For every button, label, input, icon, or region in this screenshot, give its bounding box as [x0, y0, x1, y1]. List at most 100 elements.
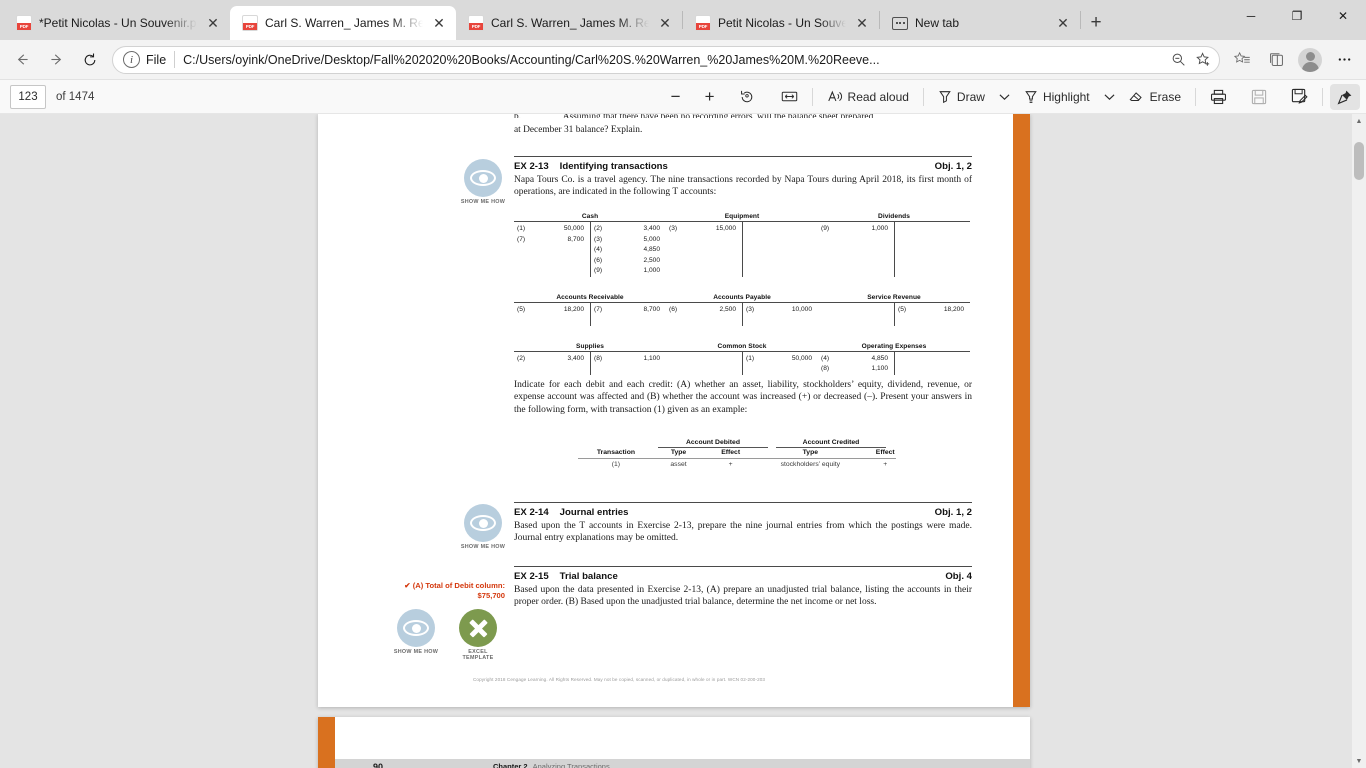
address-bar[interactable]: i File C:/Users/oyink/OneDrive/Desktop/F… [112, 45, 1220, 74]
instruction-paragraph: Indicate for each debit and each credit:… [514, 380, 972, 415]
t-amount: 4,850 [643, 246, 660, 253]
back-button[interactable] [6, 44, 38, 76]
t-account-credit-side: (1)50,000 (0)0 [742, 351, 818, 375]
pdf-toolbar: 123 of 1474 − + Read aloud Draw Highligh… [0, 80, 1366, 114]
tab-close-button[interactable]: ✕ [656, 14, 674, 32]
t-ref: (5) [898, 305, 907, 313]
window-maximize-button[interactable]: ❐ [1274, 0, 1320, 32]
page-info-icon[interactable]: i [123, 51, 140, 68]
zoom-out-button[interactable]: − [664, 84, 688, 110]
refresh-button[interactable] [74, 44, 106, 76]
zoom-in-button[interactable]: + [698, 84, 722, 110]
t-account-credit-side: (5)18,200 (0)0 [894, 302, 970, 326]
highlight-button[interactable]: Highlight [1017, 84, 1122, 110]
browser-tab-4[interactable]: New tab ✕ [880, 6, 1080, 40]
scroll-up-arrow[interactable]: ▲ [1352, 114, 1366, 128]
pdf-icon [16, 15, 32, 31]
scrollbar-thumb[interactable] [1354, 142, 1364, 180]
toolbar-divider [811, 87, 813, 106]
viewer-scrollbar[interactable]: ▲ ▼ [1352, 114, 1366, 768]
forward-button[interactable] [40, 44, 72, 76]
star-plus-icon[interactable] [1191, 47, 1217, 73]
save-as-button[interactable] [1284, 84, 1315, 110]
cell-transaction: (1) [611, 461, 621, 468]
scroll-down-arrow[interactable]: ▼ [1352, 754, 1366, 768]
t-amount: 50,000 [563, 225, 584, 232]
page-number-input[interactable]: 123 [10, 84, 46, 109]
browser-tab-1[interactable]: Carl S. Warren_ James M. Reeve ✕ [230, 6, 456, 40]
ellipsis-icon[interactable] [1328, 44, 1360, 76]
profile-avatar-button[interactable] [1294, 44, 1326, 76]
excel-template-label: EXCEL TEMPLATE [462, 649, 494, 661]
t-account-dividends: Dividends (9)1,000 (0)0 (0)0 (0)0 (0)0 [818, 213, 970, 277]
t-account-debit-side: (6)2,500 (0)0 [666, 303, 742, 326]
group-header-credited: Account Credited [802, 439, 860, 446]
exercise-number: EX 2-13 [514, 161, 549, 172]
tab-close-button[interactable]: ✕ [204, 14, 222, 32]
t-ref: (8) [821, 365, 830, 372]
t-ref: (6) [594, 256, 603, 264]
pdf-viewer[interactable]: b. ________ Assuming that there have bee… [0, 114, 1366, 768]
draw-button[interactable]: Draw [931, 84, 1017, 110]
chevron-down-icon[interactable] [999, 93, 1010, 101]
tab-close-button[interactable]: ✕ [430, 14, 448, 32]
exercise-header: EX 2-15 Trial balance Obj. 4 [514, 567, 972, 585]
tab-title: Carl S. Warren_ James M. Reeve [491, 16, 649, 30]
t-account-title: Common Stock [717, 342, 767, 350]
browser-tab-2[interactable]: Carl S. Warren_ James M. Reeve ✕ [456, 6, 682, 40]
search-minus-icon[interactable] [1165, 47, 1191, 73]
tab-close-button[interactable]: ✕ [853, 14, 871, 32]
t-account-credit-side: (2) 3,400 (3) 5,000 (4) 4,850 (6) 2,500 (9) 1… [590, 222, 666, 277]
t-account-title: Service Revenue [867, 293, 921, 301]
answer-form-table: Account Debited Account Credited Transac… [578, 439, 908, 468]
new-tab-button[interactable]: + [1081, 8, 1111, 38]
show-me-how-badge-ex215[interactable]: SHOW ME HOW [393, 609, 439, 655]
show-me-how-badge-ex213[interactable]: SHOW ME HOW [460, 159, 506, 205]
pdf-page-123: b. ________ Assuming that there have bee… [318, 114, 1030, 707]
pdf-icon [468, 15, 484, 31]
t-amount: 15,000 [715, 225, 736, 232]
url-text[interactable]: C:/Users/oyink/OneDrive/Desktop/Fall%202… [183, 53, 1165, 67]
show-me-how-badge-ex214[interactable]: SHOW ME HOW [460, 504, 506, 550]
split-screen-icon[interactable] [1260, 44, 1292, 76]
excel-template-badge[interactable]: EXCEL TEMPLATE [455, 609, 501, 661]
chevron-down-icon[interactable] [1104, 93, 1115, 101]
t-account-debit-side: (9)1,000 (0)0 (0)0 (0)0 (0)0 [818, 222, 894, 277]
cell-type-credited: stockholders’ equity [780, 461, 841, 468]
t-ref: (5) [517, 305, 526, 313]
exercise-objective: Obj. 1, 2 [934, 507, 972, 518]
save-button[interactable] [1244, 84, 1274, 110]
column-header-effect-credited: Effect [875, 449, 895, 456]
cell-effect-debited: + [728, 461, 733, 468]
pdf-icon [242, 15, 258, 31]
instruction-paragraph-wrap: Indicate for each debit and each credit:… [514, 379, 972, 416]
eraser-icon [1129, 89, 1145, 104]
t-ref: (8) [594, 354, 603, 362]
t-amount: 8,700 [643, 305, 660, 313]
exercise-number: EX 2-14 [514, 507, 549, 518]
exercise-header: EX 2-14 Journal entries Obj. 1, 2 [514, 503, 972, 521]
answer-form-group-headers: Account Debited Account Credited [578, 439, 908, 447]
t-account-title: Equipment [724, 213, 760, 220]
exercise-ex215: EX 2-15 Trial balance Obj. 4 Based upon … [514, 566, 972, 608]
print-button[interactable] [1203, 84, 1234, 110]
t-ref: (2) [517, 354, 526, 362]
read-aloud-button[interactable]: Read aloud [820, 84, 916, 110]
browser-tab-0[interactable]: *Petit Nicolas - Un Souvenir.pdf ✕ [4, 6, 230, 40]
chapter-label: Chapter 2 [493, 762, 528, 768]
t-account-title: Supplies [576, 342, 604, 350]
tab-close-button[interactable]: ✕ [1054, 14, 1072, 32]
window-minimize-button[interactable]: ─ [1228, 0, 1274, 32]
favorites-list-icon[interactable] [1226, 44, 1258, 76]
rotate-icon[interactable] [732, 84, 762, 110]
window-close-button[interactable]: ✕ [1320, 0, 1366, 32]
fit-to-width-icon[interactable] [774, 84, 805, 110]
erase-label: Erase [1149, 89, 1181, 104]
browser-tab-3[interactable]: Petit Nicolas - Un Souvenir.pdf ✕ [683, 6, 879, 40]
page-accent-bar [318, 717, 335, 768]
t-account-title: Accounts Payable [713, 293, 771, 301]
exercise-ex214: EX 2-14 Journal entries Obj. 1, 2 Based … [514, 502, 972, 544]
erase-button[interactable]: Erase [1122, 84, 1188, 110]
pin-toolbar-button[interactable] [1330, 83, 1360, 110]
excel-x-icon [459, 609, 497, 647]
